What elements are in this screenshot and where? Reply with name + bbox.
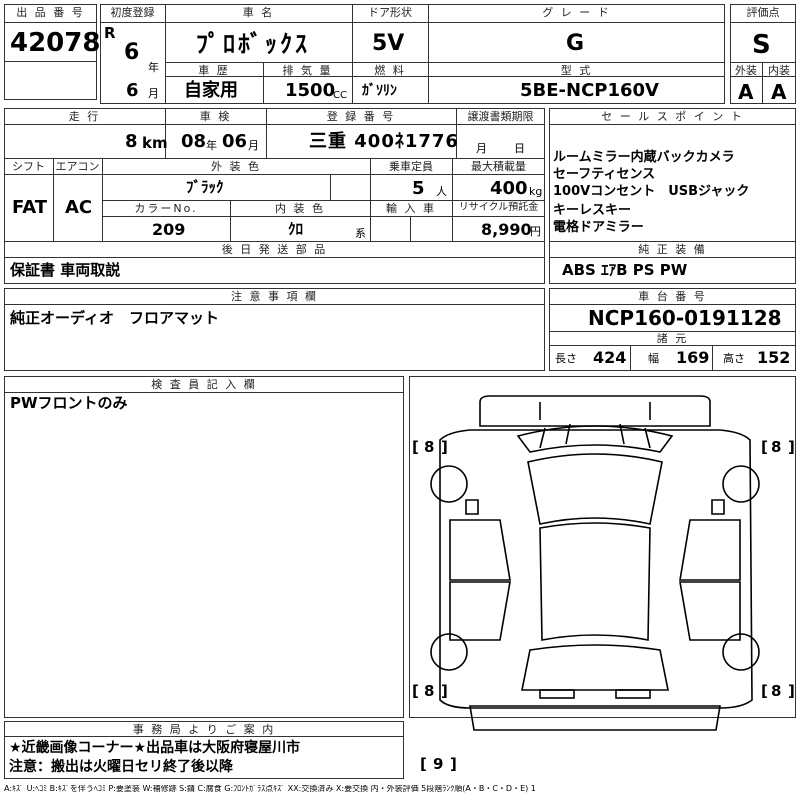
divider [4, 736, 404, 737]
tire-front-right-depth: 8 [771, 438, 782, 456]
office-notice-label: 事 務 局 よ り ご 案 内 [132, 723, 276, 736]
right-rear-door [679, 581, 741, 641]
tire-rear-right-bracket-end: ] [788, 682, 795, 700]
tire-rear-left-bracket-end: ] [441, 682, 448, 700]
rear-panel [521, 644, 669, 691]
right-mirror [711, 499, 725, 515]
left-rear-door [449, 581, 511, 641]
left-mirror [465, 499, 479, 515]
tire-front-right-bracket-end: ] [788, 438, 795, 456]
left-front-door [449, 519, 511, 581]
tire-front-right-bracket: [ [761, 438, 768, 456]
office-notice-line-2: 注意：搬出は火曜日セリ終了後以降 [9, 759, 233, 775]
tire-front-left-bracket-end: ] [441, 438, 448, 456]
top-view-roof [479, 395, 711, 427]
tire-rear-left-bracket: [ [412, 682, 419, 700]
damage-legend: A:ｷｽﾞ U:ﾍｺﾐ B:ｷｽﾞを伴うﾍｺﾐ P:要塗装 W:補修跡 S:錆 … [4, 785, 536, 793]
car-condition-diagram [430, 395, 760, 731]
roof-panel [527, 453, 663, 525]
tire-front-left-depth: 8 [424, 438, 435, 456]
tire-rear-right-bracket: [ [761, 682, 768, 700]
spare-tire-bracket-end: ] [450, 755, 457, 773]
tire-front-left-bracket: [ [412, 438, 419, 456]
tire-rear-right-depth: 8 [771, 682, 782, 700]
office-notice-line-1: ★近畿画像コーナー★出品車は大阪府寝屋川市 [9, 740, 301, 756]
spare-tire-bracket: [ [420, 755, 427, 773]
wheel-front-right [722, 465, 760, 503]
spare-tire-depth: 9 [433, 755, 444, 773]
wheel-rear-left [430, 633, 468, 671]
wheel-rear-right [722, 633, 760, 671]
body-outline [439, 429, 753, 709]
rear-bumper [469, 705, 721, 731]
tire-rear-left-depth: 8 [424, 682, 435, 700]
rear-roof-panel [539, 522, 651, 641]
right-front-door [679, 519, 741, 581]
wheel-front-left [430, 465, 468, 503]
